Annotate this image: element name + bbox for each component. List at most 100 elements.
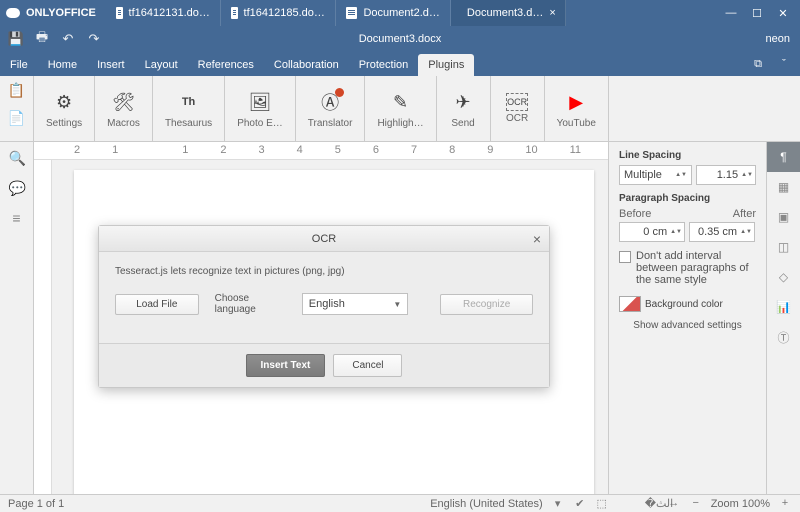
- zoom-out-icon[interactable]: −: [689, 497, 703, 511]
- shape-tab[interactable]: ◇: [767, 262, 800, 292]
- menu-plugins[interactable]: Plugins: [418, 54, 474, 76]
- ruler-tick: 10: [525, 144, 537, 156]
- doc-tab-active[interactable]: Document3.d…×: [451, 0, 566, 26]
- ribbon-ocr[interactable]: OCROCR: [491, 76, 545, 141]
- load-file-button[interactable]: Load File: [115, 294, 199, 315]
- search-icon[interactable]: 🔍: [9, 150, 25, 166]
- minimize-icon[interactable]: —: [724, 7, 738, 20]
- save-icon[interactable]: 💾: [8, 31, 24, 47]
- background-color-button[interactable]: [619, 296, 641, 312]
- horizontal-ruler[interactable]: 2112345678910111213141516: [34, 142, 608, 160]
- menu-collaboration[interactable]: Collaboration: [264, 54, 349, 76]
- ribbon-youtube[interactable]: ▶YouTube: [545, 76, 609, 141]
- spinner-icon: ▲▼: [740, 230, 752, 235]
- ruler-tick: 6: [373, 144, 379, 156]
- ribbon-macros[interactable]: 🛠Macros: [95, 76, 153, 141]
- line-spacing-mode[interactable]: Multiple▲▼: [619, 165, 692, 185]
- brand: ONLYOFFICE: [6, 7, 96, 19]
- fit-page-icon[interactable]: �الث: [645, 497, 659, 511]
- doc-tab[interactable]: tf16412131.do…: [106, 0, 221, 26]
- translate-icon: Ⓐ: [316, 88, 344, 116]
- line-spacing-value[interactable]: 1.15▲▼: [696, 165, 756, 185]
- chart-tab[interactable]: 📊: [767, 292, 800, 322]
- right-tabs: ¶ ▦ ▣ ◫ ◇ 📊 Ⓣ: [766, 142, 800, 494]
- print-icon[interactable]: 🖶: [34, 31, 50, 47]
- menu-protection[interactable]: Protection: [349, 54, 419, 76]
- brand-label: ONLYOFFICE: [26, 7, 96, 19]
- cancel-button[interactable]: Cancel: [333, 354, 402, 377]
- spinner-icon: ▲▼: [675, 173, 687, 178]
- document-icon: [346, 7, 358, 19]
- comments-icon[interactable]: 💬: [9, 180, 25, 196]
- document-icon: [231, 7, 238, 19]
- chevron-down-icon[interactable]: ▾: [551, 497, 565, 511]
- zoom-label[interactable]: Zoom 100%: [711, 498, 770, 510]
- vertical-ruler[interactable]: [34, 160, 52, 494]
- headings-icon[interactable]: ≡: [9, 210, 25, 226]
- highlight-icon: ✎: [387, 88, 415, 116]
- image-tab[interactable]: ▣: [767, 202, 800, 232]
- header-tab[interactable]: ◫: [767, 232, 800, 262]
- close-icon[interactable]: ✕: [776, 7, 790, 20]
- left-panel: 🔍 💬 ≡: [0, 142, 34, 494]
- menu-home[interactable]: Home: [38, 54, 87, 76]
- page-count[interactable]: Page 1 of 1: [8, 498, 64, 510]
- ribbon: 📋 📄 ⚙Settings 🛠Macros ThThesaurus 🖼Photo…: [0, 76, 800, 142]
- menubar: File Home Insert Layout References Colla…: [0, 52, 800, 76]
- menu-references[interactable]: References: [188, 54, 264, 76]
- zoom-in-icon[interactable]: +: [778, 497, 792, 511]
- dialog-close-icon[interactable]: ×: [533, 231, 541, 247]
- user-label[interactable]: neon: [766, 33, 800, 45]
- doc-tab[interactable]: Document2.d…: [336, 0, 451, 26]
- ruler-tick: 7: [411, 144, 417, 156]
- ribbon-highlight[interactable]: ✎Highligh…: [365, 76, 436, 141]
- language-status[interactable]: English (United States): [430, 498, 543, 510]
- menu-file[interactable]: File: [0, 54, 38, 76]
- spinner-icon: ▲▼: [670, 230, 682, 235]
- ruler-tick: 1: [182, 144, 188, 156]
- dialog-title-bar[interactable]: OCR ×: [99, 226, 549, 252]
- ruler-tick: 5: [335, 144, 341, 156]
- redo-icon[interactable]: ↷: [86, 31, 102, 47]
- maximize-icon[interactable]: ☐: [750, 7, 764, 20]
- ribbon-thesaurus[interactable]: ThThesaurus: [153, 76, 225, 141]
- send-icon: ✈: [449, 88, 477, 116]
- tracking-icon[interactable]: ⬚: [595, 497, 609, 511]
- insert-text-button[interactable]: Insert Text: [246, 354, 326, 377]
- menu-layout[interactable]: Layout: [135, 54, 188, 76]
- page-scroll[interactable]: OCR × Tesseract.js lets recognize text i…: [34, 160, 608, 494]
- table-tab[interactable]: ▦: [767, 172, 800, 202]
- copy-icon[interactable]: 📋: [8, 82, 26, 100]
- chevron-down-icon: ▼: [393, 300, 401, 309]
- ruler-tick: 8: [449, 144, 455, 156]
- paragraph-tab[interactable]: ¶: [767, 142, 800, 172]
- document-tabs: tf16412131.do… tf16412185.do… Document2.…: [106, 0, 720, 26]
- window-controls: — ☐ ✕: [720, 7, 794, 20]
- doc-tab[interactable]: tf16412185.do…: [221, 0, 336, 26]
- logo-icon: [6, 8, 20, 18]
- spacing-before[interactable]: 0 cm▲▼: [619, 222, 685, 242]
- dont-add-interval-checkbox[interactable]: Don't add interval between paragraphs of…: [619, 250, 756, 286]
- ribbon-translator[interactable]: ⒶTranslator: [296, 76, 366, 141]
- after-label: After: [733, 208, 756, 220]
- close-tab-icon[interactable]: ×: [549, 7, 555, 19]
- collapse-ribbon-icon[interactable]: ˇ: [776, 56, 792, 72]
- ribbon-settings[interactable]: ⚙Settings: [34, 76, 95, 141]
- language-select[interactable]: English ▼: [302, 293, 409, 315]
- menu-insert[interactable]: Insert: [87, 54, 135, 76]
- textart-tab[interactable]: Ⓣ: [767, 322, 800, 352]
- advanced-settings-link[interactable]: Show advanced settings: [619, 320, 756, 331]
- ruler-tick: 11: [570, 144, 581, 156]
- spellcheck-icon[interactable]: ✔: [573, 497, 587, 511]
- ribbon-send[interactable]: ✈Send: [437, 76, 491, 141]
- spacing-after[interactable]: 0.35 cm▲▼: [689, 222, 755, 242]
- fit-width-icon[interactable]: ↔: [667, 497, 681, 511]
- youtube-icon: ▶: [562, 88, 590, 116]
- undo-icon[interactable]: ↶: [60, 31, 76, 47]
- recognize-button[interactable]: Recognize: [440, 294, 533, 315]
- open-location-icon[interactable]: ⧉: [750, 56, 766, 72]
- ocr-dialog: OCR × Tesseract.js lets recognize text i…: [98, 225, 550, 388]
- ribbon-photoed[interactable]: 🖼Photo E…: [225, 76, 296, 141]
- dialog-title: OCR: [312, 233, 336, 245]
- paste-icon[interactable]: 📄: [8, 110, 26, 128]
